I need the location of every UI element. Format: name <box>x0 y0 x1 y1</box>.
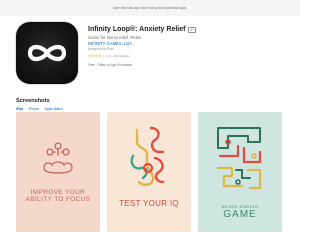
mac-app-store-banner: Open the Mac App Store to buy and downlo… <box>0 0 300 16</box>
screenshot-iq[interactable]: TEST YOUR IQ <box>107 112 191 232</box>
tab-iphone[interactable]: iPhone <box>29 107 39 111</box>
app-title: Infinity Loop®: Anxiety Relief <box>88 26 186 33</box>
title-row: Infinity Loop®: Anxiety Relief 4+ <box>88 26 288 33</box>
developer-link[interactable]: INFINITY GAMES, LDA <box>88 41 288 46</box>
app-info: Infinity Loop®: Anxiety Relief 4+ Game f… <box>88 26 288 67</box>
screenshot-endless[interactable]: NEVER-ENDING GAME <box>198 112 282 232</box>
tab-ipad[interactable]: iPad <box>16 107 23 111</box>
rating-row: ★★★★☆ 4.6 • 141 Ratings <box>88 54 288 58</box>
price-label: Free · Offers In-App Purchases <box>88 63 133 67</box>
app-subtitle: Game for stress relief. Relax <box>88 35 142 40</box>
star-rating-icon: ★★★★☆ <box>88 54 105 58</box>
screenshot-focus[interactable]: IMPROVE YOUR ABILITY TO FOCUS <box>16 112 100 232</box>
device-tabs: iPad iPhone Apple Watch <box>16 107 63 111</box>
screenshot-caption: GAME <box>223 209 257 220</box>
rating-count: 4.6 • 141 Ratings <box>106 54 130 58</box>
tab-apple-watch[interactable]: Apple Watch <box>45 107 63 111</box>
app-icon <box>16 22 78 84</box>
screenshot-gallery[interactable]: IMPROVE YOUR ABILITY TO FOCUS TEST YOUR … <box>16 112 282 232</box>
pipe-puzzle-illustration <box>130 126 165 186</box>
screenshot-caption: IMPROVE YOUR ABILITY TO FOCUS <box>16 189 100 203</box>
screenshots-heading: Screenshots <box>16 98 50 104</box>
age-rating-badge: 4+ <box>188 26 197 33</box>
designed-for: Designed for iPad <box>88 47 114 51</box>
infinity-loop-icon <box>19 27 75 79</box>
puzzle-pieces-illustration <box>43 142 73 174</box>
banner-text: Open the Mac App Store to buy and downlo… <box>113 6 187 10</box>
caption-line-2: ABILITY TO FOCUS <box>25 195 91 203</box>
screenshot-caption: TEST YOUR IQ <box>119 199 179 208</box>
